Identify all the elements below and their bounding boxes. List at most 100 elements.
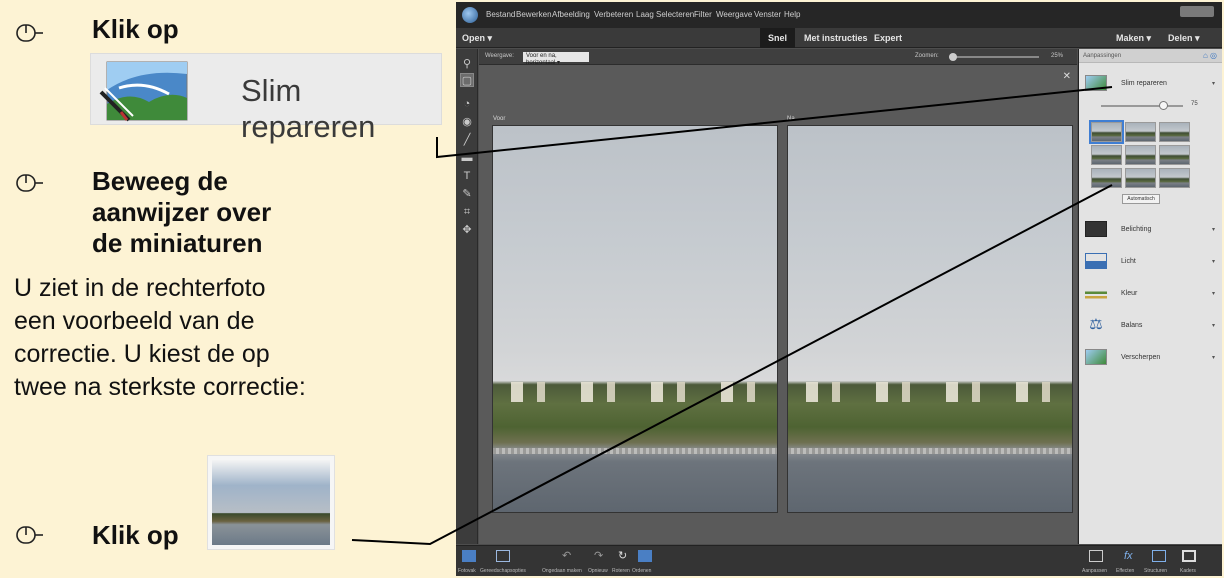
bottom-label: Opnieuw [588, 568, 608, 574]
menu-weergave[interactable]: Weergave [716, 10, 752, 19]
chevron-down-icon: ▾ [1211, 259, 1215, 265]
correction-thumbnail[interactable] [1159, 145, 1190, 165]
zoom-value: 25% [1051, 53, 1064, 59]
step-click-thumbnail-label: Klik op [92, 520, 179, 550]
exposure-icon [1085, 221, 1107, 237]
correction-thumbnail[interactable] [1089, 120, 1124, 144]
hand-tool-icon[interactable]: ▢ [460, 73, 474, 87]
straighten-icon[interactable]: ▬ [460, 151, 474, 165]
share-button[interactable]: Delen ▾ [1168, 33, 1200, 44]
tab-snel[interactable]: Snel [760, 28, 796, 48]
chevron-down-icon: ▾ [1211, 227, 1215, 233]
correction-thumbnail-example [207, 455, 335, 550]
photo-houses [493, 382, 777, 402]
menu-bewerken[interactable]: Bewerken [516, 10, 552, 19]
correction-thumbnail[interactable] [1159, 122, 1190, 142]
adjustment-verscherpen[interactable]: Verscherpen ▾ [1079, 345, 1222, 375]
zoom-tool-icon[interactable]: ⚲ [460, 57, 474, 71]
correction-thumbnail[interactable] [1125, 145, 1156, 165]
smart-fix-slider[interactable] [1101, 101, 1183, 110]
instruction-panel: Klik op Slim repareren Beweeg de aanwijz… [0, 0, 455, 578]
menu-bestand[interactable]: Bestand [486, 10, 515, 19]
zoom-slider-knob[interactable] [949, 53, 957, 61]
after-label: Na [787, 116, 795, 122]
smart-fix-icon [99, 61, 188, 122]
make-button[interactable]: Maken ▾ [1116, 33, 1151, 44]
options-bar: Weergave: Voor en na, horizontaal ▾ Zoom… [479, 49, 1077, 66]
crop-tool-icon[interactable]: ⌗ [460, 205, 474, 219]
tab-expert[interactable]: Expert [866, 28, 910, 48]
adjustment-belichting[interactable]: Belichting ▾ [1079, 217, 1222, 247]
menu-laag[interactable]: Laag [636, 10, 654, 19]
menu-venster[interactable]: Venster [754, 10, 781, 19]
correction-thumbnail-grid [1089, 120, 1190, 188]
photo-bin-icon[interactable] [462, 550, 476, 562]
red-eye-icon[interactable]: ◉ [460, 115, 474, 129]
frames-icon[interactable] [1182, 550, 1196, 562]
open-button[interactable]: Open ▾ [462, 33, 492, 44]
auto-button[interactable]: Automatisch [1122, 194, 1160, 204]
menu-selecteren[interactable]: Selecteren [656, 10, 694, 19]
menu-help[interactable]: Help [784, 10, 800, 19]
adjustment-label: Belichting [1121, 226, 1152, 233]
menu-filter[interactable]: Filter [694, 10, 712, 19]
tab-met-instructies[interactable]: Met instructies [796, 28, 876, 48]
adjustment-balans[interactable]: ⚖ Balans ▾ [1079, 313, 1222, 343]
view-select[interactable]: Voor en na, horizontaal ▾ [523, 52, 589, 66]
photo-after [787, 125, 1073, 513]
color-icon [1085, 285, 1107, 301]
move-tool-icon[interactable]: ✥ [460, 223, 474, 237]
type-tool-icon[interactable]: T [460, 169, 474, 183]
textures-icon[interactable] [1152, 550, 1166, 562]
close-icon[interactable]: ✕ [1063, 71, 1071, 82]
bottom-label: Roteren [612, 568, 630, 574]
photo-wall [788, 448, 1072, 454]
view-label: Weergave: [485, 53, 514, 59]
menu-afbeelding[interactable]: Afbeelding [552, 10, 590, 19]
correction-thumbnail[interactable] [1125, 168, 1156, 188]
window-controls[interactable] [1180, 6, 1214, 17]
balance-icon: ⚖ [1089, 316, 1103, 333]
smart-fix-row[interactable]: Slim repareren ▾ [1079, 71, 1222, 101]
adjustment-label: Licht [1121, 258, 1136, 265]
smart-fix-value: 75 [1191, 101, 1198, 107]
bottom-label: Effecten [1116, 568, 1135, 574]
correction-thumbnail[interactable] [1159, 168, 1190, 188]
adjustment-licht[interactable]: Licht ▾ [1079, 249, 1222, 279]
adjustment-kleur[interactable]: Kleur ▾ [1079, 281, 1222, 311]
effects-icon[interactable]: fx [1124, 550, 1138, 562]
tool-bar: ⚲ ▢ ◔ ◉ ╱ ▬ T ✎ ⌗ ✥ [456, 49, 478, 544]
panel-title: Aanpassingen [1083, 53, 1122, 59]
correction-thumbnail[interactable] [1125, 122, 1156, 142]
tool-options-icon[interactable] [496, 550, 510, 562]
step-click-label: Klik op [92, 14, 179, 44]
bottom-bar: Fotovak Gereedschapsopties ↶ Ongedaan ma… [456, 545, 1222, 576]
smart-fix-label: Slim repareren [241, 73, 376, 144]
rotate-icon[interactable]: ↻ [618, 550, 632, 562]
smart-fix-slider-knob[interactable] [1159, 101, 1168, 110]
thumbnail-image [212, 460, 330, 545]
spot-healing-icon[interactable]: ✎ [460, 187, 474, 201]
photo-wall [493, 448, 777, 454]
panel-options-icon[interactable]: ⌂ ◎ [1203, 51, 1217, 60]
quick-selection-icon[interactable]: ◔ [460, 97, 474, 111]
redo-icon[interactable]: ↷ [594, 550, 608, 562]
bottom-label: Ordenen [632, 568, 652, 574]
smart-fix-icon [1085, 75, 1107, 91]
adjustment-label: Verscherpen [1121, 354, 1161, 361]
organizer-icon[interactable] [638, 550, 652, 562]
app-logo-icon [462, 7, 478, 23]
adjustments-panel: Aanpassingen ⌂ ◎ Slim repareren ▾ 75 Aut… [1078, 49, 1222, 544]
adjustments-icon[interactable] [1089, 550, 1103, 562]
correction-thumbnail[interactable] [1091, 168, 1122, 188]
undo-icon[interactable]: ↶ [562, 550, 576, 562]
menu-verbeteren[interactable]: Verbeteren [594, 10, 633, 19]
instruction-body: U ziet in de rechterfoto een voorbeeld v… [14, 274, 306, 401]
zoom-label: Zoomen: [915, 53, 939, 59]
bottom-label: Fotovak [458, 568, 476, 574]
adjustment-label: Kleur [1121, 290, 1138, 297]
zoom-slider[interactable] [949, 53, 1039, 61]
whiten-teeth-icon[interactable]: ╱ [460, 133, 474, 147]
correction-thumbnail[interactable] [1091, 145, 1122, 165]
before-label: Voor [493, 116, 506, 122]
